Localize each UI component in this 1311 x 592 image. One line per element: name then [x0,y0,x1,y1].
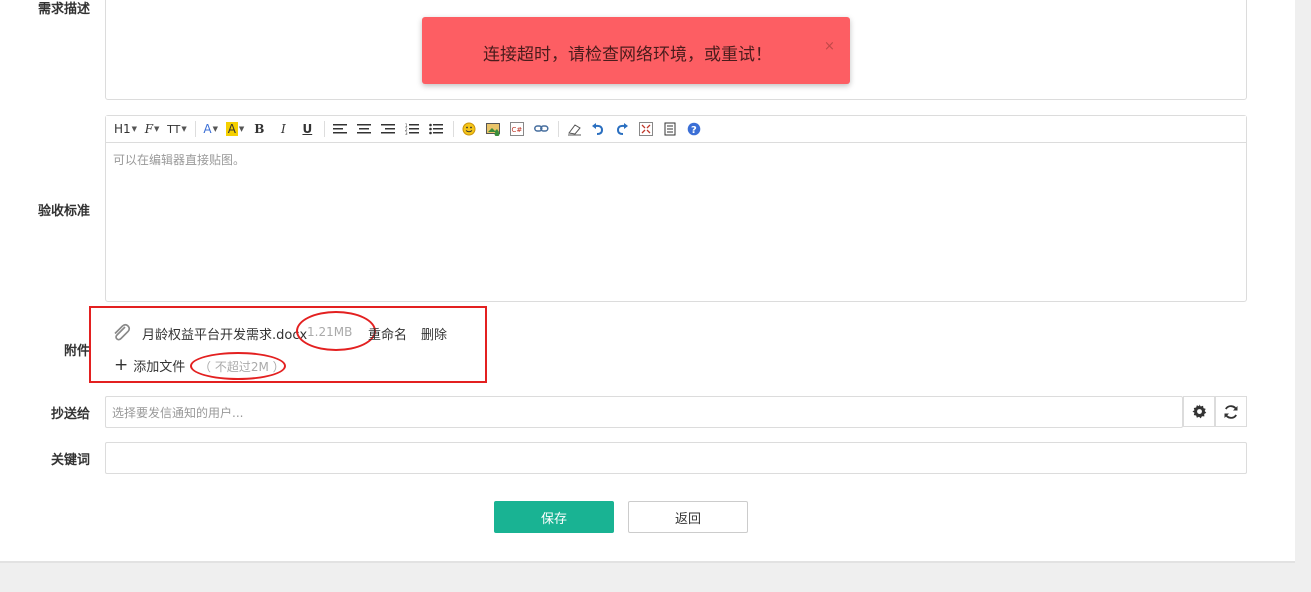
cc-placeholder: 选择要发信通知的用户... [112,405,244,420]
redo-icon[interactable] [613,120,631,138]
label-acceptance: 验收标准 [37,204,90,219]
toolbar-divider [558,121,560,137]
paperclip-icon [111,323,131,345]
annotation-circle-size [296,311,376,351]
align-center-icon[interactable] [355,120,373,138]
svg-text:3: 3 [405,131,408,135]
toast-message: 连接超时，请检查网络环境，或重试！ [483,45,772,65]
toast-close-button[interactable]: × [824,39,835,54]
source-icon[interactable] [661,120,679,138]
plus-icon: + [114,355,129,375]
delete-link[interactable]: 删除 [421,324,447,343]
font-family-button[interactable]: F ▼ [143,120,161,138]
label-keywords: 关键词 [50,453,90,468]
attachment-file-name[interactable]: 月龄权益平台开发需求.docx [142,324,307,343]
underline-button[interactable]: U [298,120,316,138]
ordered-list-icon[interactable]: 123 [403,120,421,138]
cc-refresh-button[interactable] [1215,396,1247,427]
toolbar-divider [324,121,326,137]
link-icon[interactable] [532,120,550,138]
gear-icon [1191,404,1206,419]
align-right-icon[interactable] [379,120,397,138]
annotation-circle-limit [190,352,286,380]
add-file-button[interactable]: + 添加文件 [114,355,186,376]
save-button[interactable]: 保存 [494,501,614,533]
editor-placeholder: 可以在编辑器直接贴图。 [113,153,246,167]
acceptance-editor[interactable] [105,115,1247,302]
editor-toolbar: H1 ▼ F ▼ TT ▼ A ▼ A ▼ B I U 123 C# ? [106,116,1246,143]
highlight-label: A [225,122,238,136]
code-icon[interactable]: C# [508,120,526,138]
font-size-label: TT [167,122,181,136]
eraser-icon[interactable] [565,120,583,138]
emoji-icon[interactable] [460,120,478,138]
refresh-icon [1224,404,1238,419]
fullscreen-icon[interactable] [637,120,655,138]
help-icon[interactable]: ? [685,120,703,138]
error-toast: 连接超时，请检查网络环境，或重试！ × [422,17,850,84]
bold-button[interactable]: B [250,120,268,138]
add-file-label: 添加文件 [133,360,186,375]
svg-text:?: ? [691,125,697,136]
font-color-label: A [203,122,212,136]
rename-link[interactable]: 重命名 [368,324,407,343]
label-attachment: 附件 [63,344,90,359]
image-icon[interactable] [484,120,502,138]
align-left-icon[interactable] [331,120,349,138]
keywords-input[interactable] [105,442,1247,474]
cc-settings-button[interactable] [1183,396,1215,427]
undo-icon[interactable] [589,120,607,138]
heading-label: H1 [114,122,131,136]
font-size-button[interactable]: TT ▼ [167,120,187,138]
page-footer-area [0,563,1311,592]
unordered-list-icon[interactable] [427,120,445,138]
label-description: 需求描述 [37,2,90,17]
code-icon-label: C# [512,126,523,134]
back-button[interactable]: 返回 [628,501,748,533]
highlight-button[interactable]: A ▼ [225,120,244,138]
font-color-button[interactable]: A ▼ [202,120,220,138]
cc-user-input[interactable]: 选择要发信通知的用户... [105,396,1183,428]
italic-button[interactable]: I [274,120,292,138]
label-cc: 抄送给 [50,407,90,422]
page-gutter [1295,0,1311,563]
heading-button[interactable]: H1 ▼ [114,120,137,138]
toolbar-divider [194,121,196,137]
toolbar-divider [453,121,455,137]
font-family-label: F [144,122,154,136]
